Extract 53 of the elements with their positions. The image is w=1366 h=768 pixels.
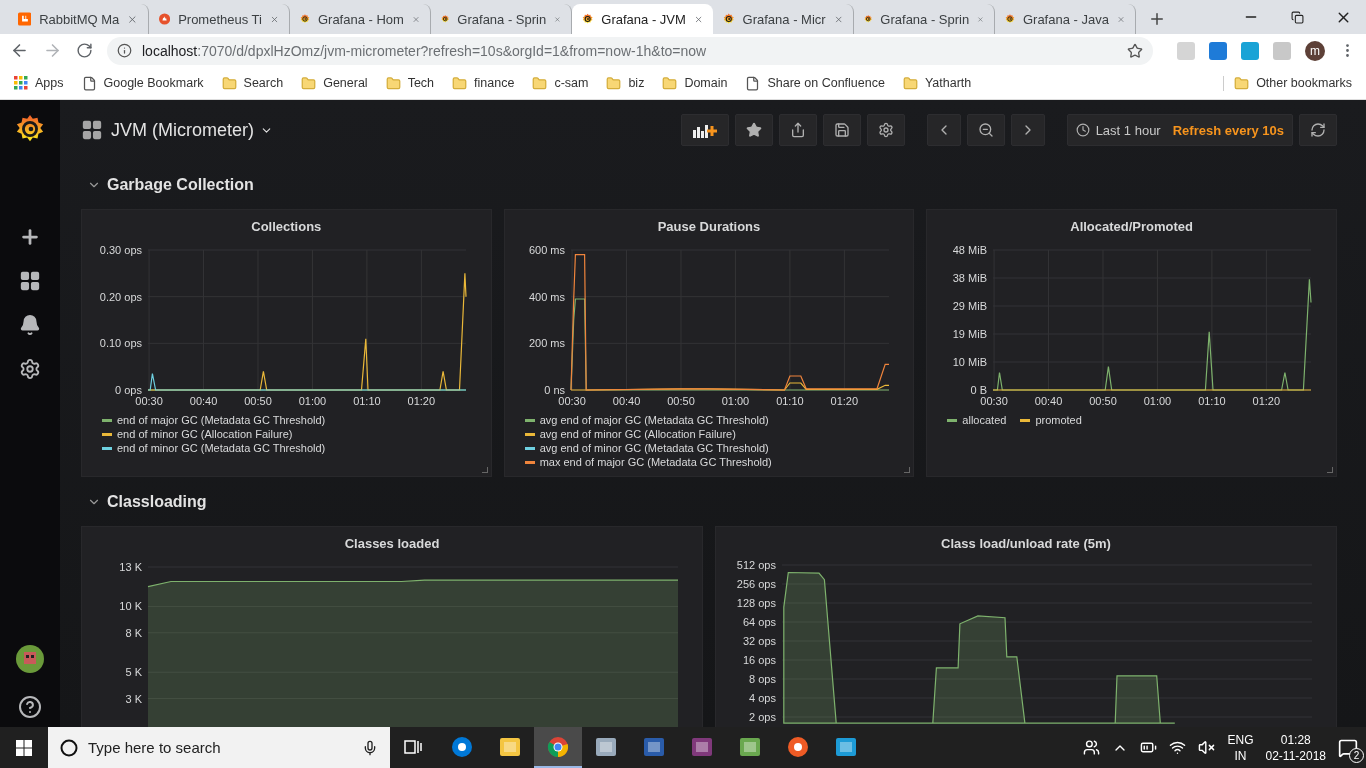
- axis-label: 0 ns: [543, 384, 565, 396]
- panel-title: Classes loaded: [343, 534, 441, 553]
- axis-label: 128 ops: [736, 597, 776, 609]
- axis-label: 01:00: [298, 395, 327, 407]
- axis-label: 13 K: [119, 561, 142, 573]
- axis-label: 4 ops: [749, 692, 776, 704]
- axis-label: 10 MiB: [953, 356, 988, 368]
- axis-label: 00:40: [1035, 395, 1063, 407]
- axis-label: 2 ops: [749, 711, 776, 723]
- axis-label: 00:50: [666, 395, 695, 407]
- notification-count: 2: [1349, 747, 1364, 763]
- axis-label: 400 ms: [528, 290, 565, 303]
- axis-label: 01:00: [721, 395, 749, 407]
- axis-label: 0 ops: [115, 384, 142, 396]
- axis-label: 0.30 ops: [99, 244, 142, 256]
- url-text: localhost:7070/d/dpxlHzOmz/jvm-micrometer?refresh=10s&orgId=1&from=now-1h&to=now: [142, 42, 708, 59]
- axis-label: 48 MiB: [953, 244, 988, 256]
- axis-label: 01:00: [1144, 395, 1172, 407]
- axis-label: 8 K: [125, 626, 142, 639]
- axis-label: 32 ops: [742, 635, 776, 647]
- axis-label: 00:30: [980, 395, 1009, 407]
- axis-label: 00:50: [244, 395, 272, 407]
- axis-label: 00:50: [1089, 395, 1118, 407]
- axis-label: 01:20: [1252, 395, 1281, 407]
- axis-label: 0.20 ops: [99, 290, 142, 303]
- axis-label: 3 K: [125, 692, 142, 705]
- axis-label: 600 ms: [528, 244, 565, 256]
- axis-label: 29 MiB: [953, 300, 988, 312]
- axis-label: 512 ops: [736, 559, 776, 571]
- axis-label: 200 ms: [528, 337, 565, 350]
- axis-label: 38 MiB: [953, 272, 988, 284]
- panel-title: Allocated/Promoted: [1069, 217, 1195, 236]
- axis-label: 5 K: [125, 666, 142, 679]
- axis-label: 00:40: [189, 395, 218, 407]
- axis-label: 01:10: [353, 395, 381, 407]
- axis-label: 0.10 ops: [99, 337, 142, 350]
- panel-title: Class load/unload rate (5m): [940, 534, 1112, 553]
- panel-title: Collections: [250, 217, 323, 236]
- axis-label: 01:10: [1198, 395, 1226, 407]
- axis-label: 00:30: [558, 395, 586, 407]
- axis-label: 8 ops: [749, 673, 776, 685]
- axis-label: 256 ops: [736, 578, 776, 590]
- axis-label: 19 MiB: [953, 328, 988, 340]
- axis-label: 0 B: [970, 384, 988, 396]
- axis-label: 16 ops: [742, 654, 776, 666]
- axis-label: 01:20: [830, 395, 858, 407]
- axis-label: 00:40: [612, 395, 640, 407]
- axis-label: 00:30: [135, 395, 163, 407]
- axis-label: 10 K: [119, 600, 142, 613]
- axis-label: 64 ops: [742, 616, 776, 628]
- panel-title: Pause Durations: [656, 217, 762, 236]
- axis-label: 01:10: [775, 395, 804, 407]
- axis-label: 01:20: [407, 395, 436, 407]
